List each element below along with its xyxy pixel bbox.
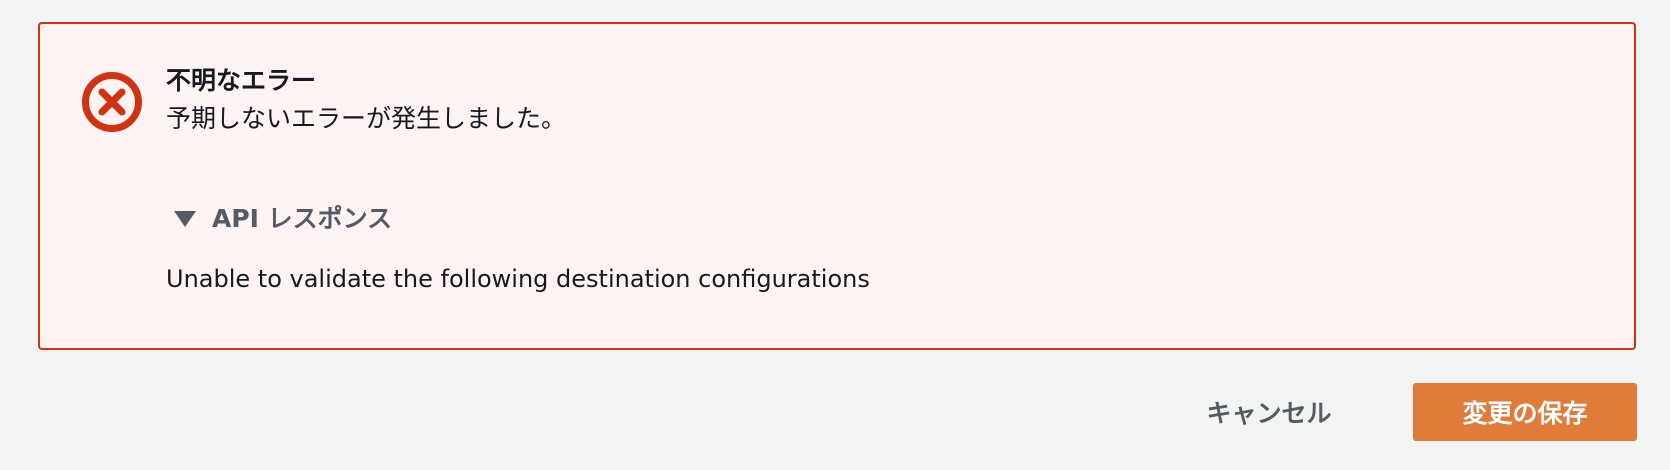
caret-down-icon[interactable] (174, 211, 196, 227)
api-response-expander[interactable]: API レスポンス (174, 202, 392, 236)
api-response-content: Unable to validate the following destina… (166, 265, 870, 293)
expander-label[interactable]: API レスポンス (212, 202, 392, 236)
alert-message: 予期しないエラーが発生しました。 (166, 104, 567, 133)
error-circle-x-icon (82, 72, 142, 132)
save-changes-button[interactable]: 変更の保存 (1413, 383, 1637, 441)
error-alert: 不明なエラー 予期しないエラーが発生しました。 API レスポンス Unable… (38, 22, 1636, 350)
alert-title: 不明なエラー (166, 66, 317, 95)
cancel-button[interactable]: キャンセル (1190, 383, 1348, 441)
